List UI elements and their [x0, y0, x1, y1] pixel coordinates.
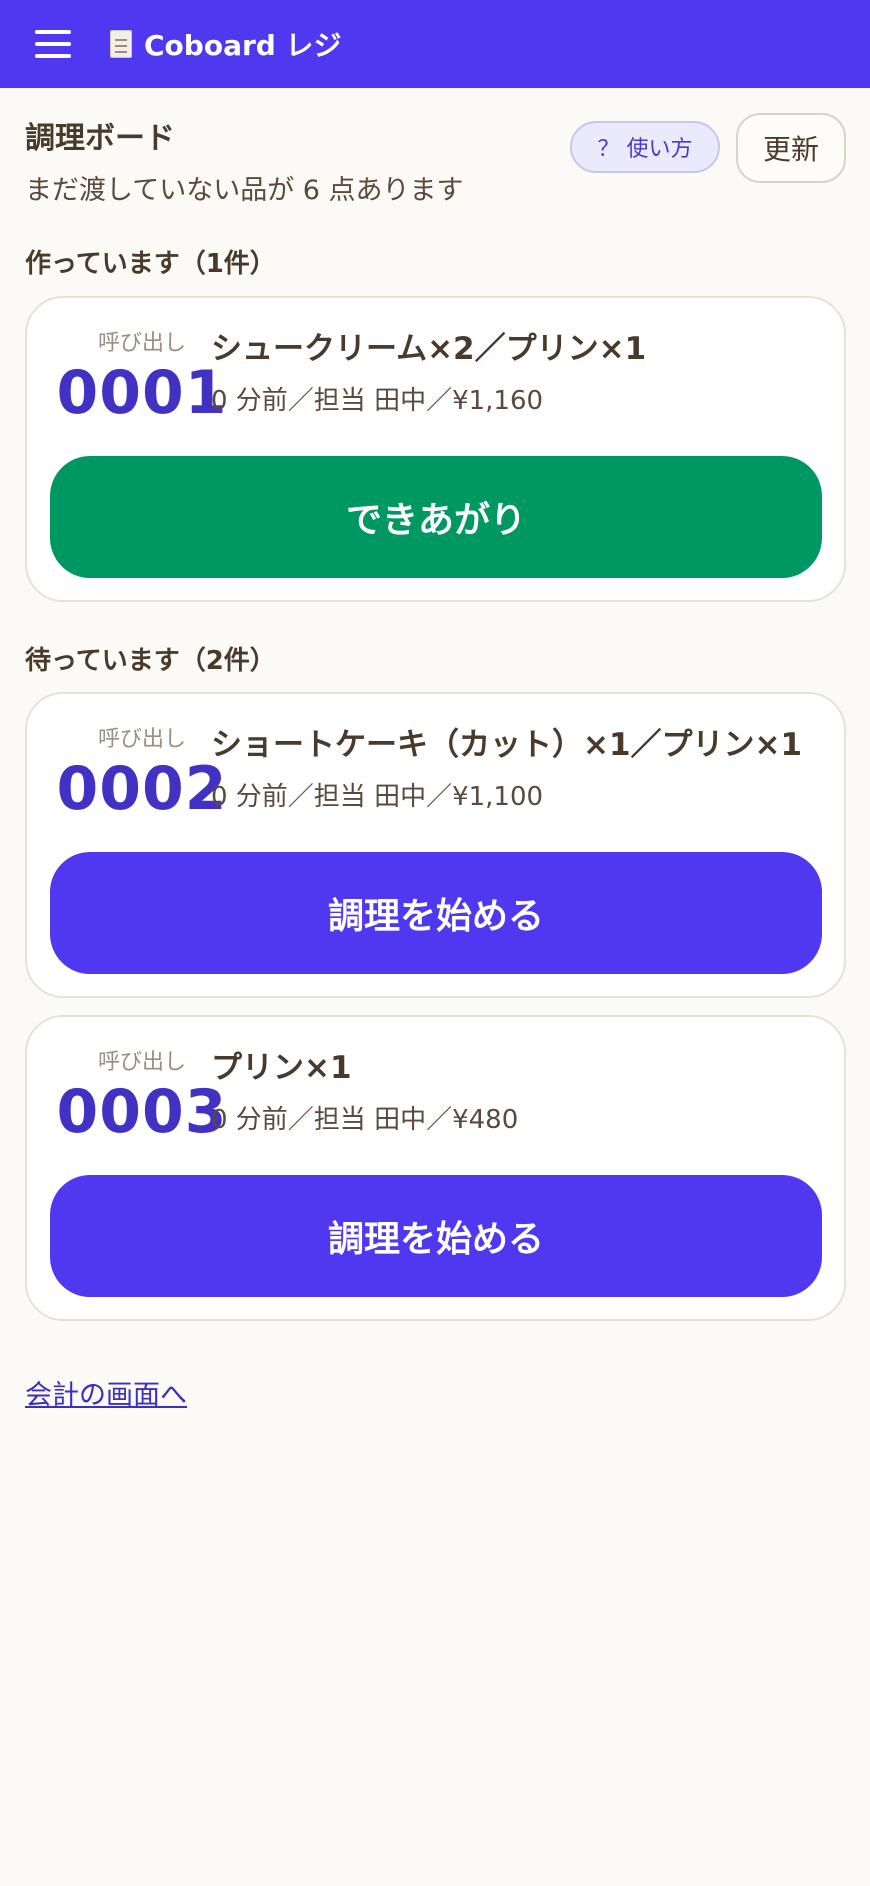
call-number: 0003	[56, 1077, 228, 1147]
top-bar: Coboard レジ	[0, 0, 870, 88]
receipt-icon	[110, 30, 132, 58]
call-label: 呼び出し	[97, 727, 186, 752]
order-items: シュークリーム×2／プリン×1	[211, 331, 647, 367]
done-button[interactable]: できあがり	[50, 456, 822, 578]
start-cooking-button[interactable]: 調理を始める	[50, 852, 822, 974]
order-meta: 0 分前／担当 田中／¥1,160	[211, 386, 544, 416]
app-title: Coboard レジ	[144, 29, 342, 62]
order-items: プリン×1	[211, 1050, 352, 1086]
call-number: 0002	[56, 754, 228, 824]
refresh-button[interactable]: 更新	[736, 113, 846, 183]
page-title: 調理ボード	[25, 121, 175, 156]
section-heading-waiting: 待っています（2件）	[25, 646, 276, 676]
order-card: 呼び出し 0001 シュークリーム×2／プリン×1 0 分前／担当 田中／¥1,…	[25, 296, 846, 602]
call-label: 呼び出し	[97, 1050, 186, 1075]
call-label: 呼び出し	[97, 331, 186, 356]
start-cooking-button[interactable]: 調理を始める	[50, 1175, 822, 1297]
call-number: 0001	[56, 358, 228, 428]
section-heading-in-progress: 作っています（1件）	[25, 249, 276, 279]
order-card: 呼び出し 0002 ショートケーキ（カット）×1／プリン×1 0 分前／担当 田…	[25, 692, 846, 998]
order-card: 呼び出し 0003 プリン×1 0 分前／担当 田中／¥480 調理を始める	[25, 1015, 846, 1321]
checkout-link[interactable]: 会計の画面へ	[25, 1373, 187, 1412]
order-items: ショートケーキ（カット）×1／プリン×1	[211, 727, 803, 763]
pending-count-text: まだ渡していない品が 6 点あります	[25, 175, 464, 206]
app-title-group: Coboard レジ	[110, 0, 342, 88]
menu-icon[interactable]	[35, 30, 71, 58]
order-meta: 0 分前／担当 田中／¥480	[211, 1105, 519, 1135]
help-button[interactable]: ？ 使い方	[570, 121, 720, 173]
order-meta: 0 分前／担当 田中／¥1,100	[211, 782, 544, 812]
